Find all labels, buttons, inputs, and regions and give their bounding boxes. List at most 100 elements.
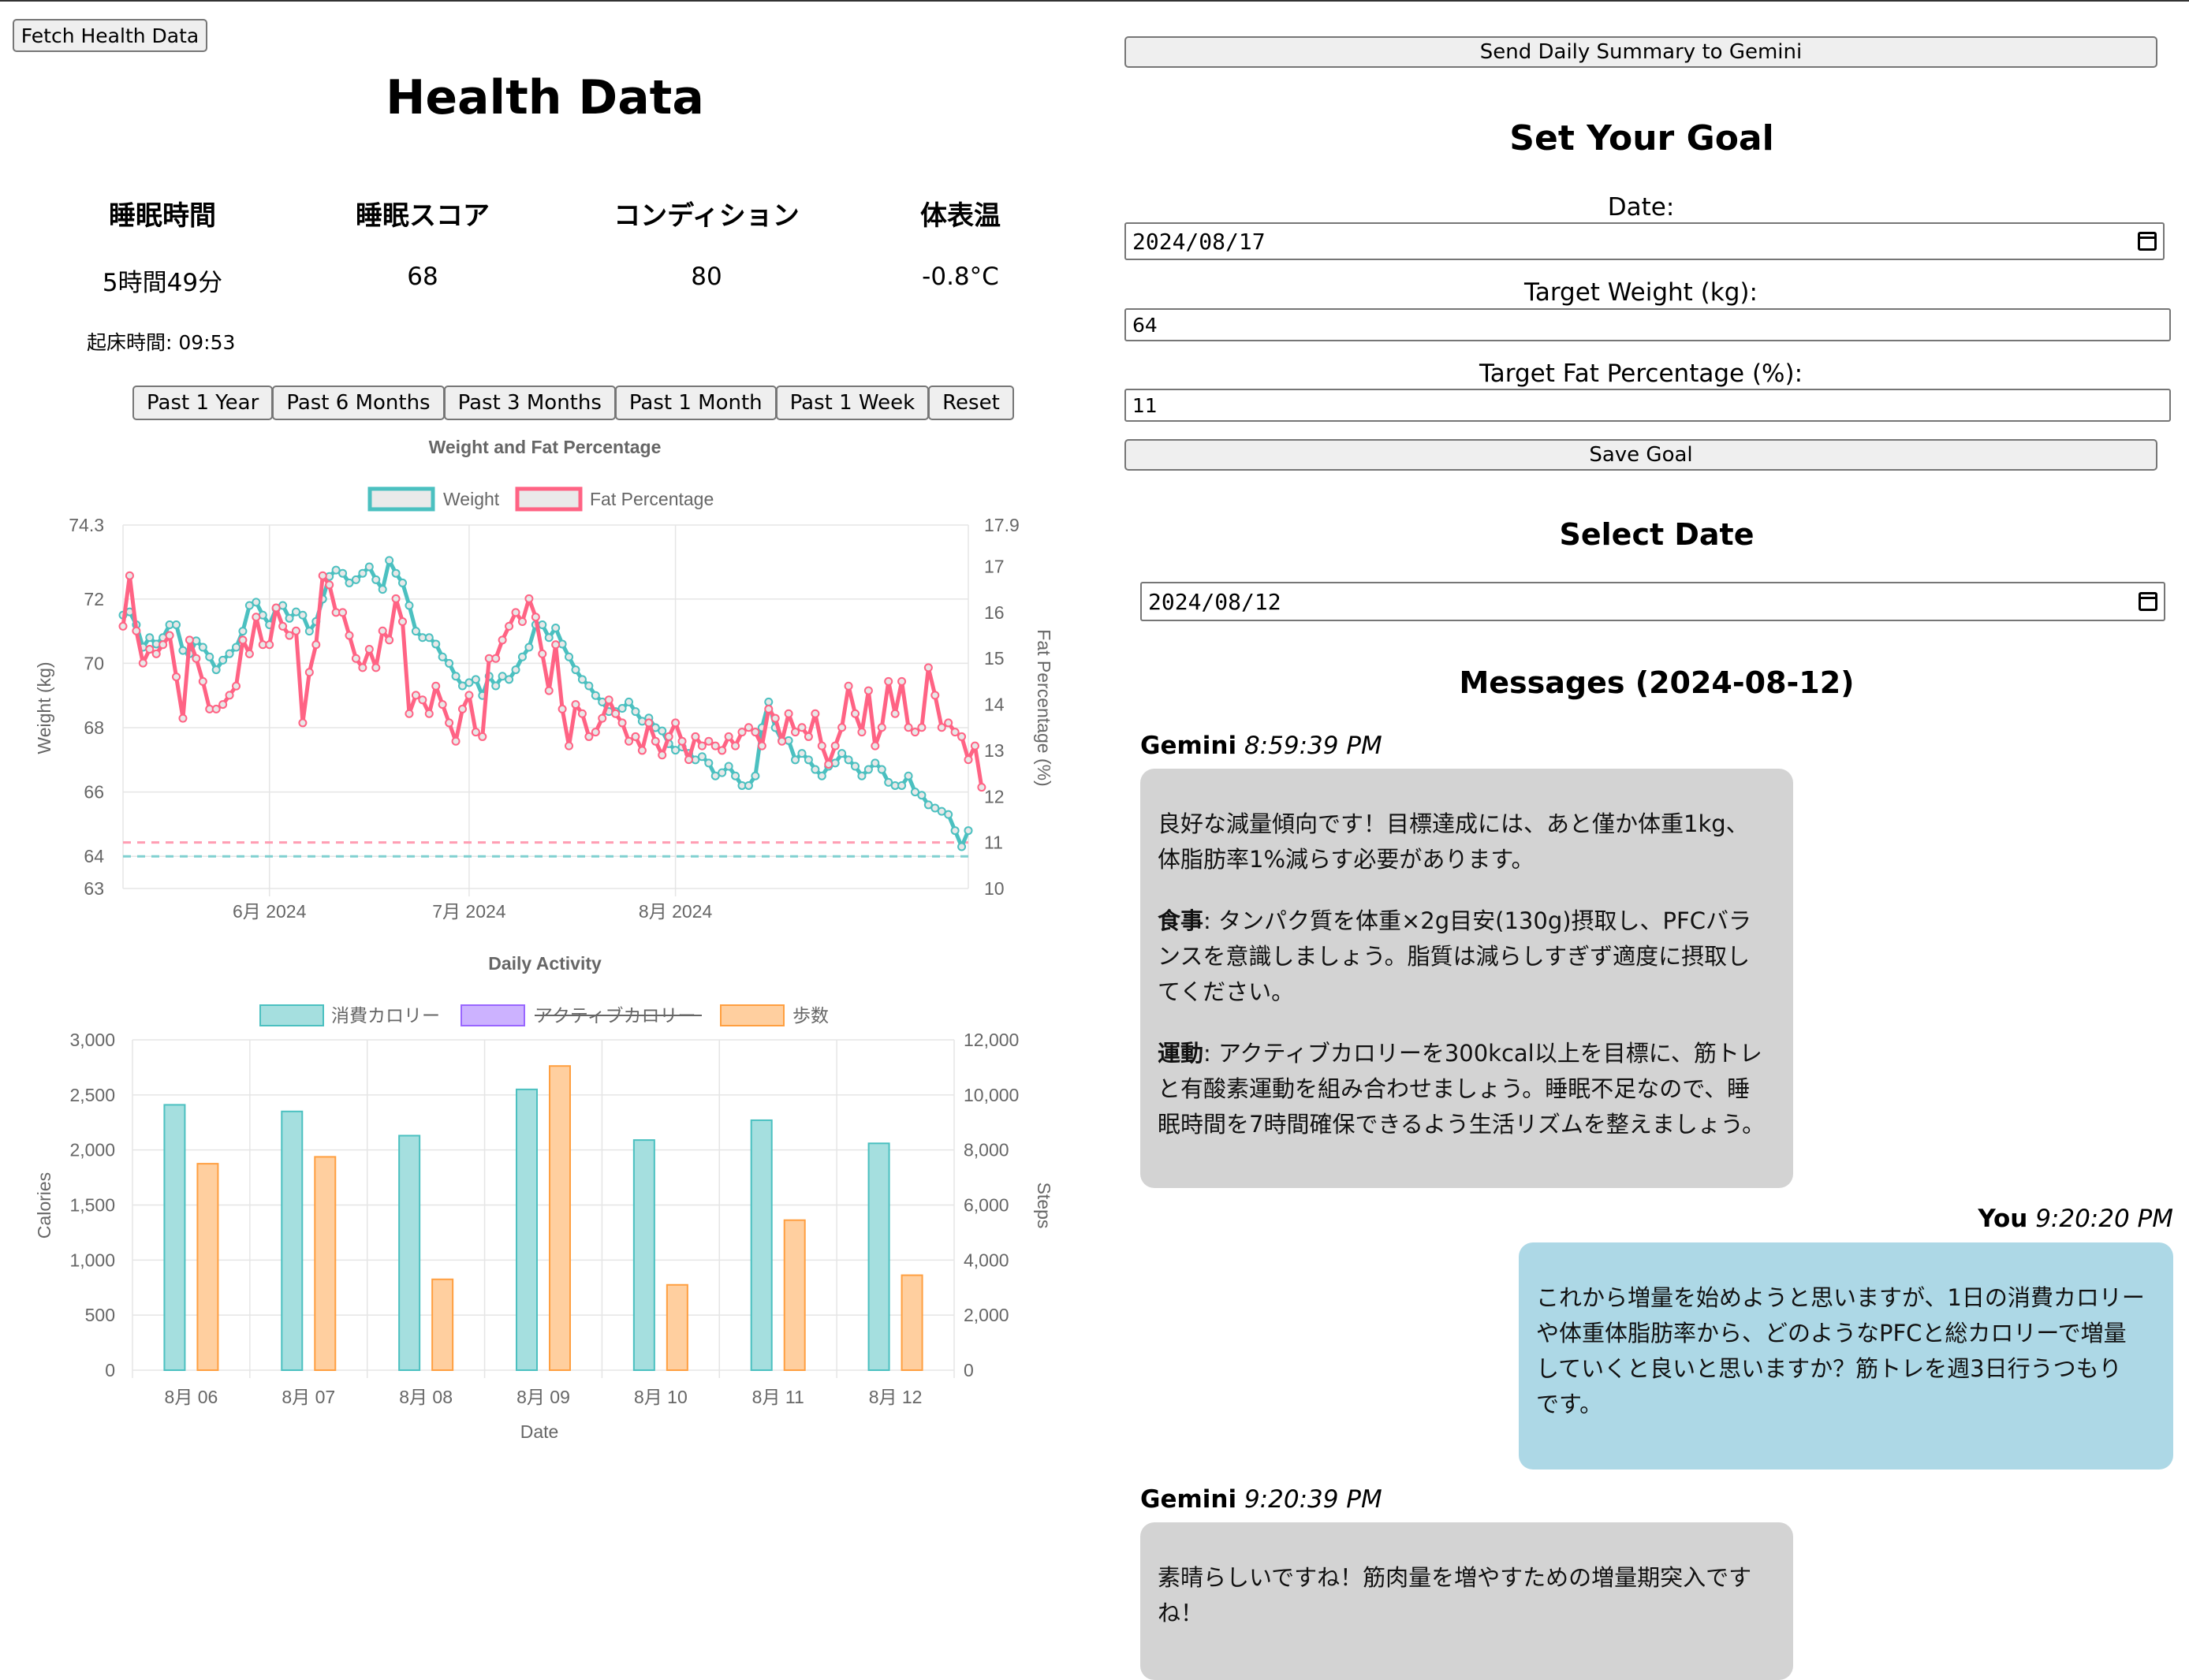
message-line: てください。: [1158, 978, 1295, 1005]
range-1-week-button[interactable]: Past 1 Week: [775, 386, 930, 420]
range-3-months-button[interactable]: Past 3 Months: [443, 386, 616, 420]
weight-point: [804, 755, 813, 765]
weight-point: [731, 771, 740, 780]
fat-point: [591, 728, 600, 737]
fetch-health-data-button[interactable]: Fetch Health Data: [13, 19, 207, 52]
fat-point: [544, 686, 554, 695]
y-tick-label: 66: [84, 782, 104, 803]
page-title: Health Data: [386, 70, 704, 125]
weight-point: [897, 780, 907, 790]
legend-active-calories[interactable]: アクティブカロリー: [461, 1004, 702, 1026]
legend-swatch-weight: [367, 486, 435, 512]
y-tick-label: 70: [84, 653, 104, 673]
weight-point: [538, 620, 547, 629]
message-line: ンスを意識しましょう。脂質は減らしすぎず適度に摂取し: [1158, 943, 1751, 970]
calories-bar: [163, 1104, 186, 1372]
fat-point: [611, 709, 621, 718]
fat-point: [118, 621, 128, 631]
weight-point: [431, 639, 441, 649]
y2-tick-label: 10,000: [964, 1085, 1019, 1105]
range-6-months-button[interactable]: Past 6 Months: [272, 386, 445, 420]
fat-point: [731, 741, 740, 751]
y-tick-label: 74.3: [69, 515, 104, 535]
y-tick-label: 68: [84, 717, 104, 738]
fat-point: [457, 704, 467, 713]
target-fat-input[interactable]: 11: [1124, 389, 2171, 422]
fat-point: [364, 645, 374, 654]
weight-point: [871, 758, 880, 768]
fat-point: [944, 718, 953, 728]
fat-point: [604, 695, 613, 705]
reset-range-button[interactable]: Reset: [928, 386, 1014, 420]
legend-swatch-steps: [720, 1004, 785, 1026]
fat-point: [917, 723, 927, 732]
fat-legend[interactable]: Fat Percentage: [515, 486, 714, 512]
fat-point: [811, 709, 820, 718]
weight-point: [851, 762, 860, 771]
target-weight-input[interactable]: 64: [1124, 308, 2171, 341]
weight-point: [391, 568, 401, 578]
legend-swatch-fat: [515, 486, 583, 512]
fat-point: [172, 672, 181, 682]
fat-point: [252, 613, 261, 622]
y-tick-label: 2,000: [69, 1140, 115, 1160]
range-1-month-button[interactable]: Past 1 Month: [614, 386, 777, 420]
y2-tick-label: 0: [964, 1360, 974, 1380]
select-date-input[interactable]: 2024/08/12: [1140, 582, 2165, 621]
send-summary-button[interactable]: Send Daily Summary to Gemini: [1124, 36, 2157, 68]
gemini-message-bubble: 良好な減量傾向です！目標達成には、あと僅か体重1kg、 体脂肪率1%減らす必要が…: [1140, 769, 1793, 1188]
weight-point: [571, 665, 580, 675]
fat-point: [764, 704, 774, 713]
fat-point: [910, 728, 919, 737]
steps-bar: [314, 1156, 337, 1371]
weight-point: [917, 791, 927, 800]
fat-point: [565, 741, 574, 751]
x-tick-label: 8月 10: [634, 1387, 688, 1407]
fat-point: [950, 728, 960, 737]
weight-point: [252, 598, 261, 607]
legend-calories[interactable]: 消費カロリー: [259, 1004, 440, 1026]
y2-tick-label: 16: [984, 602, 1005, 623]
save-goal-button[interactable]: Save Goal: [1124, 439, 2157, 471]
weight-point: [904, 771, 913, 780]
range-1-year-button[interactable]: Past 1 Year: [132, 386, 274, 420]
weight-legend[interactable]: Weight: [367, 486, 500, 512]
message-line: していくと良いと思いますか？筋トレを週3日行うつもり: [1536, 1355, 2122, 1382]
fat-point: [871, 741, 880, 751]
weight-point: [811, 765, 820, 774]
weight-point: [524, 643, 534, 652]
fat-point: [625, 736, 634, 746]
calendar-icon[interactable]: [2139, 592, 2157, 611]
y2-tick-label: 17: [984, 557, 1005, 577]
message-bold: 運動: [1158, 1040, 1204, 1067]
weight-point: [378, 585, 387, 594]
fat-point: [797, 723, 807, 732]
fat-point: [817, 741, 826, 751]
fat-point: [598, 713, 607, 723]
calendar-icon[interactable]: [2138, 232, 2157, 251]
message-paragraph: 食事: タンパク質を体重×2g目安(130g)摂取し、PFCバラ ンスを意識しま…: [1158, 903, 1774, 1010]
y2-tick-label: 6,000: [964, 1195, 1009, 1216]
message-sender: You 9:20:20 PM: [1978, 1205, 2173, 1233]
legend-steps[interactable]: 歩数: [720, 1004, 829, 1026]
legend-swatch-calories: [259, 1004, 324, 1026]
goal-date-label: Date:: [1607, 193, 1675, 222]
weight-point: [371, 575, 381, 584]
weight-point: [145, 633, 155, 643]
x-tick-label: 8月 12: [869, 1387, 923, 1407]
fat-point: [770, 713, 780, 723]
goal-date-input[interactable]: 2024/08/17: [1124, 222, 2165, 260]
message-paragraph: 素晴らしいですね！筋肉量を増やすための増量期突入です ね！: [1158, 1560, 1774, 1631]
message-bold: 食事: [1158, 907, 1204, 934]
fat-point: [524, 594, 534, 603]
fat-point: [491, 654, 501, 663]
fat-point: [378, 626, 387, 635]
weight-point: [584, 681, 594, 691]
fat-point: [937, 723, 946, 732]
weight-point: [704, 758, 714, 768]
legend-swatch-active-calories: [461, 1004, 525, 1026]
weight-point: [438, 652, 447, 661]
target-fat-label: Target Fat Percentage (%):: [1479, 359, 1803, 388]
target-weight-label: Target Weight (kg):: [1524, 278, 1758, 307]
fat-point: [405, 709, 414, 718]
